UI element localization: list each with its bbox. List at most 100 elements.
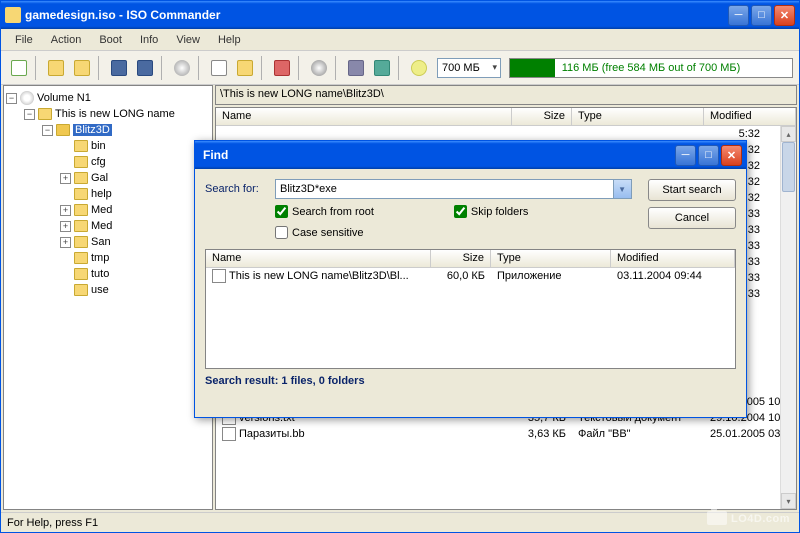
cancel-button[interactable]: Cancel (648, 207, 736, 229)
table-row[interactable]: Паразиты.bb3,63 КБФайл "BB"25.01.2005 03… (216, 426, 780, 442)
check-search-root[interactable]: Search from root (275, 205, 374, 218)
find-col-modified[interactable]: Modified (611, 250, 735, 267)
tree-item[interactable]: +Med (6, 202, 210, 218)
collapse-icon[interactable]: − (42, 125, 53, 136)
find-titlebar[interactable]: Find ─ □ ✕ (195, 141, 746, 169)
tree-item[interactable]: +Med (6, 218, 210, 234)
tool-find-button[interactable] (407, 56, 431, 80)
find-maximize-button[interactable]: □ (698, 145, 719, 166)
menu-info[interactable]: Info (132, 32, 166, 48)
tree-panel[interactable]: − Volume N1 − This is new LONG name − Bl… (3, 85, 213, 510)
find-result-summary: Search result: 1 files, 0 folders (205, 375, 736, 387)
tool-extract-button[interactable] (270, 56, 294, 80)
tool-add-folder-button[interactable] (233, 56, 257, 80)
expand-icon[interactable]: + (60, 205, 71, 216)
tool-open-button[interactable] (44, 56, 68, 80)
search-for-combo[interactable]: Blitz3D*exe ▼ (275, 179, 632, 199)
check-case-sensitive-label: Case sensitive (292, 227, 364, 239)
extract-icon (274, 60, 290, 76)
folder-icon (74, 172, 88, 184)
folder-arrow-icon (74, 60, 90, 76)
tree-item[interactable]: use (6, 282, 210, 298)
check-search-root-input[interactable] (275, 205, 288, 218)
tool-wizard-button[interactable] (370, 56, 394, 80)
tree-item[interactable]: cfg (6, 154, 210, 170)
tree-selected[interactable]: − Blitz3D (6, 122, 210, 138)
tool-new-button[interactable] (7, 56, 31, 80)
tree-item[interactable]: +San (6, 234, 210, 250)
expand-icon[interactable]: + (60, 173, 71, 184)
tree-item[interactable]: tmp (6, 250, 210, 266)
menu-view[interactable]: View (168, 32, 208, 48)
close-button[interactable]: ✕ (774, 5, 795, 26)
file-icon (222, 427, 236, 441)
maximize-button[interactable]: □ (751, 5, 772, 26)
tool-convert-button[interactable] (307, 56, 331, 80)
col-modified[interactable]: Modified (704, 108, 796, 125)
folder-icon (74, 220, 88, 232)
cell-modified: 5:32 (704, 128, 780, 140)
folder-icon (74, 236, 88, 248)
check-skip-folders[interactable]: Skip folders (454, 205, 528, 218)
tool-burn-button[interactable] (170, 56, 194, 80)
find-list-header: Name Size Type Modified (206, 250, 735, 268)
separator-icon (398, 56, 403, 80)
menu-action[interactable]: Action (43, 32, 90, 48)
menu-boot[interactable]: Boot (91, 32, 130, 48)
tool-save-all-button[interactable] (133, 56, 157, 80)
collapse-icon[interactable]: − (24, 109, 35, 120)
scroll-thumb[interactable] (782, 142, 795, 192)
check-case-sensitive[interactable]: Case sensitive (275, 226, 640, 239)
main-scrollbar[interactable]: ▴ ▾ (780, 126, 796, 509)
cell-modified: 25.01.2005 03:10 (704, 428, 780, 440)
tree-item-label: Gal (91, 172, 108, 184)
path-bar: \This is new LONG name\Blitz3D\ (215, 85, 797, 105)
cell-name: This is new LONG name\Blitz3D\Bl... (206, 269, 431, 283)
tree-item[interactable]: + Gal (6, 170, 210, 186)
col-size[interactable]: Size (512, 108, 572, 125)
tree-item-label: bin (91, 140, 106, 152)
floppy-icon (111, 60, 127, 76)
tree-item-label: cfg (91, 156, 106, 168)
scroll-down-icon[interactable]: ▾ (781, 493, 796, 509)
col-type[interactable]: Type (572, 108, 704, 125)
find-minimize-button[interactable]: ─ (675, 145, 696, 166)
find-results-list[interactable]: Name Size Type Modified This is new LONG… (205, 249, 736, 369)
tool-properties-button[interactable] (344, 56, 368, 80)
minimize-button[interactable]: ─ (728, 5, 749, 26)
convert-icon (311, 60, 327, 76)
main-titlebar[interactable]: gamedesign.iso - ISO Commander ─ □ ✕ (1, 1, 799, 29)
tree-root[interactable]: − Volume N1 (6, 90, 210, 106)
floppy-multi-icon (137, 60, 153, 76)
scroll-up-icon[interactable]: ▴ (781, 126, 796, 142)
tool-save-button[interactable] (107, 56, 131, 80)
find-close-button[interactable]: ✕ (721, 145, 742, 166)
expand-icon[interactable]: + (60, 237, 71, 248)
check-skip-folders-label: Skip folders (471, 206, 528, 218)
find-col-type[interactable]: Type (491, 250, 611, 267)
expand-icon[interactable]: + (60, 221, 71, 232)
start-search-button[interactable]: Start search (648, 179, 736, 201)
tree-item[interactable]: tuto (6, 266, 210, 282)
tree-item-label: help (91, 188, 112, 200)
collapse-icon[interactable]: − (6, 93, 17, 104)
separator-icon (198, 56, 203, 80)
tree-item[interactable]: bin (6, 138, 210, 154)
tree-item-label: use (91, 284, 109, 296)
menu-file[interactable]: File (7, 32, 41, 48)
check-skip-folders-input[interactable] (454, 205, 467, 218)
tool-open-recent-button[interactable] (70, 56, 94, 80)
find-col-name[interactable]: Name (206, 250, 431, 267)
tree-item[interactable]: help (6, 186, 210, 202)
watermark: LO4D.com (707, 509, 790, 527)
table-row[interactable]: This is new LONG name\Blitz3D\Bl...60,0 … (206, 268, 735, 284)
menu-help[interactable]: Help (210, 32, 249, 48)
disc-size-value: 700 МБ (442, 62, 480, 74)
check-case-sensitive-input[interactable] (275, 226, 288, 239)
col-name[interactable]: Name (216, 108, 512, 125)
tree-long-name[interactable]: − This is new LONG name (6, 106, 210, 122)
find-col-size[interactable]: Size (431, 250, 491, 267)
cell-type: Приложение (491, 270, 611, 282)
tool-add-file-button[interactable] (207, 56, 231, 80)
disc-size-combo[interactable]: 700 МБ (437, 58, 501, 78)
